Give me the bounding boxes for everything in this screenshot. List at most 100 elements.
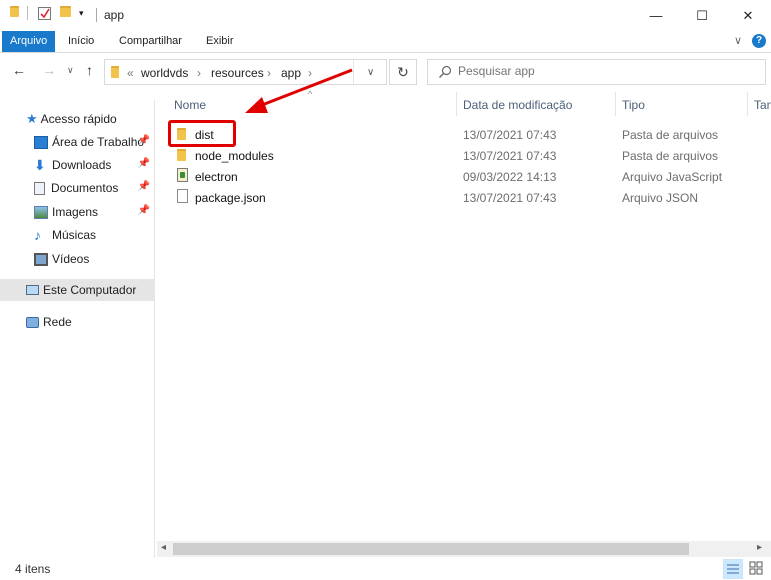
tab-compartilhar[interactable]: Compartilhar <box>113 31 188 52</box>
ribbon: Arquivo Início Compartilhar Exibir ∨ ? <box>0 31 771 53</box>
help-icon[interactable]: ? <box>752 34 766 48</box>
breadcrumb-resources[interactable]: resources <box>211 66 264 80</box>
column-divider[interactable] <box>615 92 616 116</box>
file-type: Pasta de arquivos <box>622 128 719 142</box>
search-input[interactable] <box>458 64 758 78</box>
file-date: 13/07/2021 07:43 <box>463 191 557 205</box>
table-row[interactable]: electron 09/03/2022 14:13 Arquivo JavaSc… <box>157 166 757 187</box>
desktop-icon <box>34 135 48 149</box>
file-date: 13/07/2021 07:43 <box>463 128 557 142</box>
scroll-right-icon[interactable]: ▸ <box>757 542 762 553</box>
videos-icon <box>34 252 48 266</box>
tab-inicio[interactable]: Início <box>62 31 100 52</box>
refresh-button[interactable]: ↻ <box>389 59 417 85</box>
chevron-right-icon[interactable]: › <box>197 66 201 80</box>
sidebar-item-documentos[interactable]: Documentos 📌 <box>0 177 154 199</box>
sidebar-item-label: Este Computador <box>43 283 137 297</box>
pin-icon[interactable]: 📌 <box>138 205 150 216</box>
ribbon-collapse-icon[interactable]: ∨ <box>728 31 748 52</box>
sidebar-item-label: Área de Trabalho <box>52 135 145 149</box>
sidebar-item-este-computador[interactable]: Este Computador <box>0 279 154 301</box>
address-dropdown-icon[interactable]: ∨ <box>367 67 374 78</box>
file-icon <box>177 189 188 206</box>
properties-icon[interactable] <box>38 6 52 21</box>
sidebar-item-label: Rede <box>43 315 72 329</box>
file-type: Pasta de arquivos <box>622 149 719 163</box>
breadcrumb-overflow-icon[interactable]: « <box>127 66 134 80</box>
breadcrumb-worldvds[interactable]: worldvds <box>141 66 188 80</box>
table-row[interactable]: dist 13/07/2021 07:43 Pasta de arquivos <box>157 124 757 145</box>
sidebar-item-area-de-trabalho[interactable]: Área de Trabalho 📌 <box>0 131 154 153</box>
chevron-right-icon[interactable]: › <box>267 66 271 80</box>
file-name: node_modules <box>195 149 274 163</box>
chevron-right-icon[interactable]: › <box>308 66 312 80</box>
sort-ascending-icon: ^ <box>308 89 313 99</box>
sidebar-item-label: Músicas <box>52 228 97 242</box>
javascript-file-icon <box>177 168 188 185</box>
search-icon <box>438 65 452 82</box>
maximize-button[interactable]: ☐ <box>679 0 725 31</box>
quick-access-dropdown-icon[interactable]: ▾ <box>79 8 84 19</box>
download-icon: ⬇ <box>34 156 46 173</box>
sidebar-item-imagens[interactable]: Imagens 📌 <box>0 201 154 223</box>
status-bar: 4 itens <box>0 558 771 580</box>
highlight-box <box>168 120 236 147</box>
sidebar-item-label: Vídeos <box>52 252 90 266</box>
column-header-size[interactable]: Tan <box>754 98 771 112</box>
sidebar-item-acesso-rapido[interactable]: ★ Acesso rápido <box>0 108 154 130</box>
title-divider <box>96 8 97 22</box>
column-header-name[interactable]: Nome <box>174 98 206 112</box>
navigation-pane: ★ Acesso rápido Área de Trabalho 📌 ⬇ Dow… <box>0 100 155 558</box>
sidebar-item-downloads[interactable]: ⬇ Downloads 📌 <box>0 154 154 176</box>
up-button[interactable]: ↑ <box>86 62 93 78</box>
network-icon <box>26 316 39 328</box>
sidebar-item-label: Downloads <box>52 158 112 172</box>
item-count: 4 itens <box>15 562 51 576</box>
tab-exibir[interactable]: Exibir <box>200 31 240 52</box>
minimize-button[interactable]: — <box>633 0 679 31</box>
pin-icon[interactable]: 📌 <box>138 135 150 146</box>
horizontal-scrollbar[interactable]: ◂ ▸ <box>157 541 771 557</box>
column-divider[interactable] <box>456 92 457 116</box>
sidebar-item-musicas[interactable]: ♪ Músicas <box>0 224 154 246</box>
file-name: electron <box>195 170 238 184</box>
folder-icon <box>111 66 119 81</box>
breadcrumb-app[interactable]: app <box>281 66 301 80</box>
column-headers: Nome ^ Data de modificação Tipo Tan <box>157 89 771 117</box>
sidebar-item-label: Documentos <box>51 181 119 195</box>
folder-icon <box>10 6 19 17</box>
column-header-date[interactable]: Data de modificação <box>463 98 572 112</box>
title-bar: ▾ app — ☐ ✕ <box>0 0 771 31</box>
pin-icon[interactable]: 📌 <box>138 181 150 192</box>
column-divider[interactable] <box>747 92 748 116</box>
new-folder-icon[interactable] <box>60 6 71 17</box>
details-view-button[interactable] <box>723 559 743 579</box>
search-box[interactable] <box>427 59 766 85</box>
divider <box>27 6 28 20</box>
divider <box>353 60 354 84</box>
file-date: 13/07/2021 07:43 <box>463 149 557 163</box>
tab-arquivo[interactable]: Arquivo <box>2 31 56 52</box>
sidebar-item-rede[interactable]: Rede <box>0 311 154 333</box>
column-header-type[interactable]: Tipo <box>622 98 645 112</box>
documents-icon <box>34 181 45 195</box>
sidebar-item-videos[interactable]: Vídeos <box>0 248 154 270</box>
recent-locations-icon[interactable]: ∨ <box>67 65 74 76</box>
computer-icon <box>26 285 39 295</box>
sidebar-item-label: Acesso rápido <box>40 112 117 126</box>
file-type: Arquivo JSON <box>622 191 699 205</box>
address-bar[interactable]: « worldvds › resources › app › ∨ <box>104 59 387 85</box>
large-icons-view-button[interactable] <box>747 559 767 579</box>
pictures-icon <box>34 205 48 219</box>
back-button[interactable]: ← <box>12 62 26 78</box>
table-row[interactable]: node_modules 13/07/2021 07:43 Pasta de a… <box>157 145 757 166</box>
file-date: 09/03/2022 14:13 <box>463 170 557 184</box>
scroll-left-icon[interactable]: ◂ <box>161 542 166 553</box>
pin-icon[interactable]: 📌 <box>138 158 150 169</box>
file-type: Arquivo JavaScript <box>622 170 723 184</box>
folder-icon <box>177 149 186 164</box>
table-row[interactable]: package.json 13/07/2021 07:43 Arquivo JS… <box>157 187 757 208</box>
scrollbar-thumb[interactable] <box>173 543 689 555</box>
forward-button[interactable]: → <box>42 62 56 78</box>
close-button[interactable]: ✕ <box>725 0 771 31</box>
